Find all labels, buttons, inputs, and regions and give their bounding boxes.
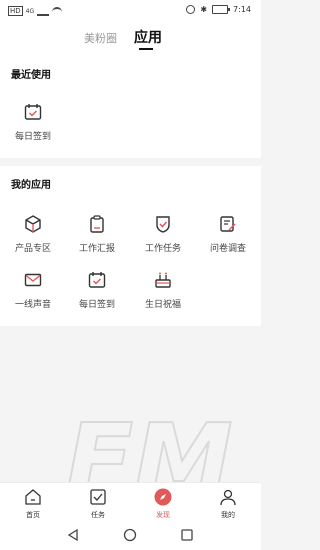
status-bar: HD 4G ✱ 7:14 bbox=[0, 0, 261, 20]
section-title-recent: 最近使用 bbox=[11, 70, 51, 81]
section-title-my-apps: 我的应用 bbox=[11, 180, 51, 191]
alarm-icon bbox=[186, 5, 196, 14]
shield-check-icon bbox=[156, 216, 170, 233]
app-work-report[interactable]: 工作汇报 bbox=[67, 214, 127, 254]
app-product-zone[interactable]: 产品专区 bbox=[3, 214, 63, 254]
nav-label: 我的 bbox=[221, 511, 235, 519]
nav-discover[interactable]: 发现 bbox=[143, 488, 183, 520]
app-label: 一线声音 bbox=[14, 300, 51, 310]
recent-section: 最近使用 每日签到 bbox=[0, 56, 261, 158]
discover-icon bbox=[154, 488, 172, 506]
app-survey[interactable]: 问卷调查 bbox=[198, 214, 258, 254]
clipboard-icon bbox=[90, 215, 104, 233]
app-label: 工作任务 bbox=[144, 244, 181, 254]
active-tab-indicator bbox=[139, 48, 153, 50]
clock-time: 7:14 bbox=[233, 5, 251, 14]
app-frontline-voice[interactable]: 一线声音 bbox=[3, 270, 63, 310]
survey-edit-icon bbox=[220, 216, 236, 232]
recent-apps-icon[interactable] bbox=[180, 528, 194, 542]
envelope-icon bbox=[24, 273, 42, 287]
top-tab-bar: 美粉圈 应用 bbox=[0, 20, 261, 56]
calendar-check-icon bbox=[24, 104, 42, 120]
network-label: 4G bbox=[25, 7, 35, 15]
tab-apps[interactable]: 应用 bbox=[134, 27, 162, 47]
app-birthday-wishes[interactable]: 生日祝福 bbox=[133, 270, 193, 310]
cube-icon bbox=[25, 215, 41, 233]
home-icon bbox=[25, 489, 41, 505]
app-label: 产品专区 bbox=[14, 244, 51, 254]
wifi-icon bbox=[52, 7, 63, 15]
nav-label: 任务 bbox=[91, 511, 105, 519]
nav-profile[interactable]: 我的 bbox=[208, 488, 248, 520]
nav-tasks[interactable]: 任务 bbox=[78, 488, 118, 520]
bluetooth-icon: ✱ bbox=[200, 5, 208, 14]
system-nav-bar bbox=[0, 522, 261, 550]
nav-home[interactable]: 首页 bbox=[13, 488, 53, 520]
battery-icon bbox=[212, 5, 231, 14]
home-circle-icon[interactable] bbox=[123, 528, 137, 542]
app-recent-daily-checkin[interactable]: 每日签到 bbox=[3, 102, 63, 142]
signal-icon bbox=[37, 7, 50, 16]
my-apps-section: 我的应用 产品专区 工作汇报 工作任务 问卷调查 一线声音 每日签到 生日祝福 bbox=[0, 166, 261, 326]
app-label: 每日签到 bbox=[78, 300, 115, 310]
back-icon[interactable] bbox=[66, 528, 80, 542]
app-label: 工作汇报 bbox=[78, 244, 115, 254]
nav-label: 首页 bbox=[26, 511, 40, 519]
app-label: 生日祝福 bbox=[144, 300, 181, 310]
carrier-label: HD bbox=[8, 6, 23, 16]
task-icon bbox=[90, 489, 106, 505]
tab-meifenquan[interactable]: 美粉圈 bbox=[84, 30, 117, 46]
cake-icon bbox=[155, 272, 171, 288]
nav-label: 发现 bbox=[156, 511, 170, 519]
app-work-tasks[interactable]: 工作任务 bbox=[133, 214, 193, 254]
profile-icon bbox=[220, 489, 236, 506]
app-label: 每日签到 bbox=[14, 132, 51, 142]
app-label: 问卷调查 bbox=[209, 244, 246, 254]
bottom-nav: 首页 任务 发现 我的 bbox=[0, 482, 261, 523]
calendar-check-icon bbox=[88, 272, 106, 288]
app-daily-checkin[interactable]: 每日签到 bbox=[67, 270, 127, 310]
